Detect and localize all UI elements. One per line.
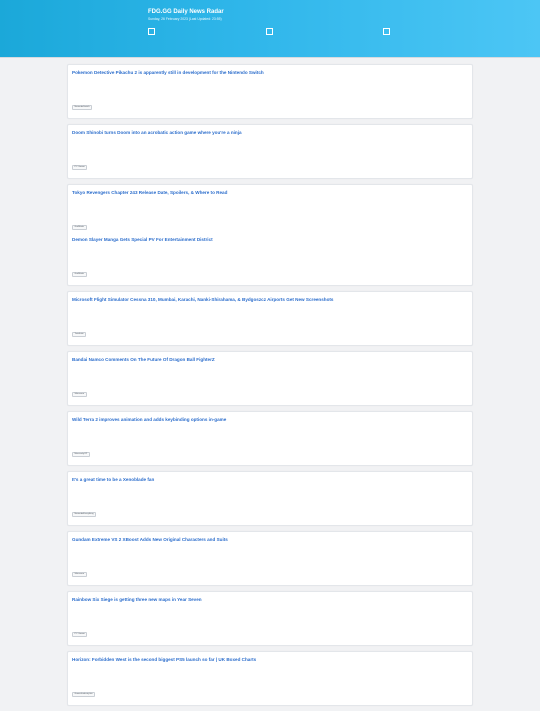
source-badge[interactable]: MassivelyOP [72, 452, 90, 458]
news-item: It's a great time to be a Xenoblade fan N… [72, 476, 468, 523]
news-item: Horizon: Forbidden West is the second bi… [72, 656, 468, 703]
news-headline-link[interactable]: Doom Shinobi turns Doom into an acrobati… [72, 129, 468, 136]
news-item: Microsoft Flight Simulator Cessna 310, M… [72, 296, 468, 343]
news-item: Rainbow Six Siege is getting three new m… [72, 596, 468, 643]
news-card: Bandai Namco Comments On The Future Of D… [67, 351, 473, 406]
news-headline-link[interactable]: Wild Terra 2 improves animation and adds… [72, 416, 468, 423]
source-badge[interactable]: NintendoSwitch [72, 105, 93, 111]
news-headline-link[interactable]: Horizon: Forbidden West is the second bi… [72, 656, 468, 663]
site-title: FDG.GG Daily News Radar [148, 9, 224, 15]
source-badge[interactable]: GadStatic [72, 225, 87, 231]
news-headline-link[interactable]: Microsoft Flight Simulator Cessna 310, M… [72, 296, 468, 303]
news-item: Tokyo Revengers Chapter 243 Release Date… [72, 189, 468, 236]
filter-checkbox-3[interactable] [383, 28, 390, 35]
news-headline-link[interactable]: Tokyo Revengers Chapter 243 Release Date… [72, 189, 468, 196]
news-item: Bandai Namco Comments On The Future Of D… [72, 356, 468, 403]
news-item: Demon Slayer Manga Gets Special PV For E… [72, 236, 468, 283]
filter-checkbox-2[interactable] [266, 28, 273, 35]
news-headline-link[interactable]: Rainbow Six Siege is getting three new m… [72, 596, 468, 603]
news-card: Horizon: Forbidden West is the second bi… [67, 651, 473, 706]
news-headline-link[interactable]: Pokemon Detective Pikachu 2 is apparentl… [72, 69, 468, 76]
news-card: Wild Terra 2 improves animation and adds… [67, 411, 473, 466]
source-badge[interactable]: Twinfinite [72, 332, 87, 338]
source-badge[interactable]: PC Gamer [72, 165, 88, 171]
news-card: Microsoft Flight Simulator Cessna 310, M… [67, 291, 473, 346]
news-headline-link[interactable]: Gundam Extreme VS 2 XBoost Adds New Orig… [72, 536, 468, 543]
news-item: Wild Terra 2 improves animation and adds… [72, 416, 468, 463]
filter-checkbox-1[interactable] [148, 28, 155, 35]
news-headline-link[interactable]: Bandai Namco Comments On The Future Of D… [72, 356, 468, 363]
news-card: It's a great time to be a Xenoblade fan N… [67, 471, 473, 526]
last-updated-date: Sunday, 26 February 2023 (Last Updated: … [148, 17, 222, 21]
source-badge[interactable]: GadStatic [72, 272, 87, 278]
news-feed: Pokemon Detective Pikachu 2 is apparentl… [67, 64, 473, 711]
news-card: Gundam Extreme VS 2 XBoost Adds New Orig… [67, 531, 473, 586]
news-headline-link[interactable]: It's a great time to be a Xenoblade fan [72, 476, 468, 483]
news-item: Pokemon Detective Pikachu 2 is apparentl… [72, 69, 468, 116]
news-card: Tokyo Revengers Chapter 243 Release Date… [67, 184, 473, 286]
news-card: Doom Shinobi turns Doom into an acrobati… [67, 124, 473, 179]
news-card: Rainbow Six Siege is getting three new m… [67, 591, 473, 646]
source-badge[interactable]: NintendoEverything [72, 512, 97, 518]
site-header: FDG.GG Daily News Radar Sunday, 26 Febru… [0, 0, 540, 58]
source-badge[interactable]: GamesIndustry.biz [72, 692, 96, 698]
source-badge[interactable]: Siliconera [72, 392, 87, 398]
source-badge[interactable]: PC Gamer [72, 632, 88, 638]
news-card: Pokemon Detective Pikachu 2 is apparentl… [67, 64, 473, 119]
news-item: Gundam Extreme VS 2 XBoost Adds New Orig… [72, 536, 468, 583]
news-item: Doom Shinobi turns Doom into an acrobati… [72, 129, 468, 176]
source-badge[interactable]: Siliconera [72, 572, 87, 578]
news-headline-link[interactable]: Demon Slayer Manga Gets Special PV For E… [72, 236, 468, 243]
